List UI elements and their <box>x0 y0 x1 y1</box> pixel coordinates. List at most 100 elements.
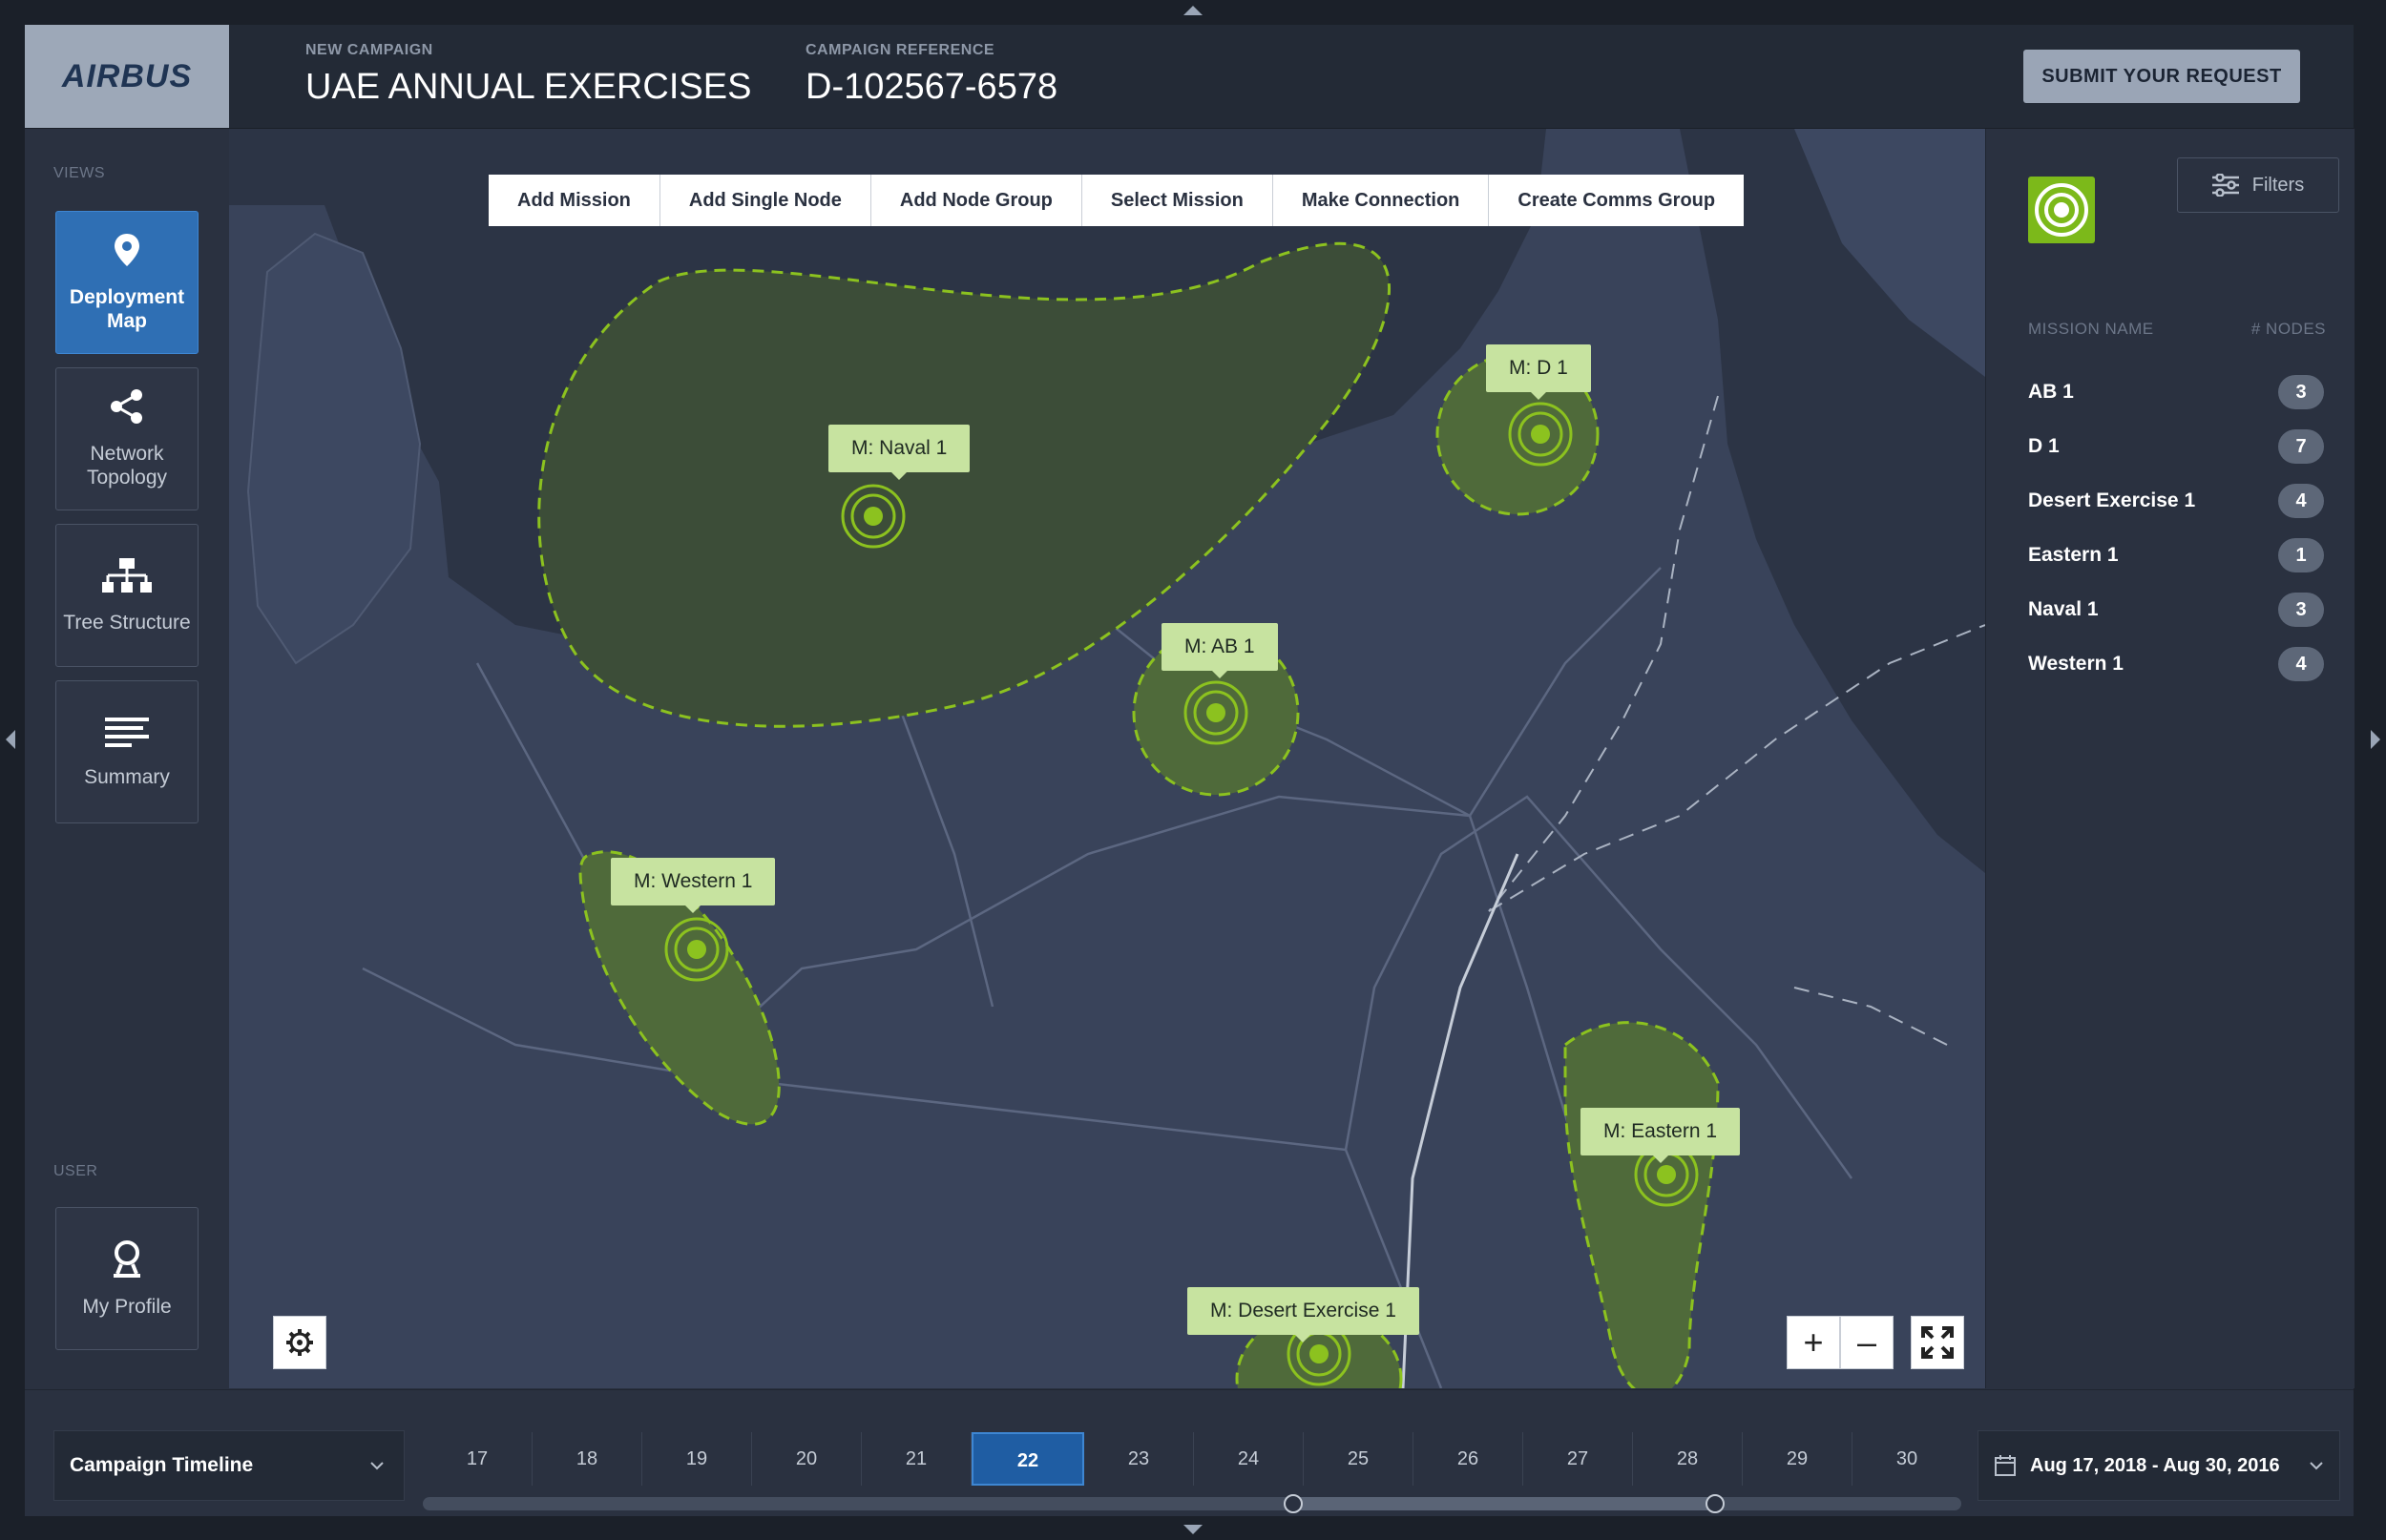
node-count-badge: 1 <box>2278 538 2324 572</box>
mission-row[interactable]: AB 1 3 <box>2028 373 2324 411</box>
views-label: VIEWS <box>53 165 106 181</box>
expand-icon <box>1921 1326 1954 1359</box>
node-count-badge: 3 <box>2278 375 2324 409</box>
marker-western-1 <box>664 917 729 982</box>
mission-name: Eastern 1 <box>2028 544 2119 566</box>
marker-naval-1 <box>841 484 906 549</box>
node-count-badge: 4 <box>2278 647 2324 681</box>
fullscreen-button[interactable] <box>1911 1316 1964 1369</box>
nav-label: Summary <box>84 765 170 788</box>
sidebar: VIEWS Deployment Map Network Topology Tr… <box>25 129 229 1388</box>
submit-request-button[interactable]: SUBMIT YOUR REQUEST <box>2023 50 2300 103</box>
node-count-badge: 3 <box>2278 593 2324 627</box>
chevron-down-icon <box>2310 1462 2323 1470</box>
make-connection-button[interactable]: Make Connection <box>1272 175 1490 226</box>
timeline-day[interactable]: 28 <box>1633 1432 1743 1486</box>
range-start-handle[interactable] <box>1284 1494 1303 1513</box>
main-border <box>1401 853 1519 1388</box>
timeline-day[interactable]: 20 <box>752 1432 862 1486</box>
calendar-icon <box>1995 1455 2016 1476</box>
nav-label: Network Topology <box>86 443 168 489</box>
timeline-label: Campaign Timeline <box>70 1454 254 1476</box>
timeline-day[interactable]: 30 <box>1852 1432 1961 1486</box>
map-settings-button[interactable] <box>273 1316 326 1369</box>
select-mission-button[interactable]: Select Mission <box>1081 175 1273 226</box>
mission-target-icon <box>2028 177 2095 243</box>
timeline-range-track[interactable] <box>423 1494 1961 1513</box>
mission-label-d-1[interactable]: M: D 1 <box>1486 344 1591 400</box>
collapse-right-icon[interactable] <box>2369 728 2382 751</box>
mission-name: Naval 1 <box>2028 598 2099 620</box>
add-single-node-button[interactable]: Add Single Node <box>659 175 871 226</box>
sliders-icon <box>2211 174 2239 197</box>
campaign-name: UAE ANNUAL EXERCISES <box>305 67 752 107</box>
share-icon <box>108 388 146 430</box>
nav-tree-structure[interactable]: Tree Structure <box>55 524 199 667</box>
add-mission-button[interactable]: Add Mission <box>489 175 660 226</box>
mission-name-header: MISSION NAME <box>2028 320 2154 338</box>
app-frame: AIRBUS NEW CAMPAIGN UAE ANNUAL EXERCISES… <box>25 25 2355 1516</box>
campaign-label: NEW CAMPAIGN <box>305 42 433 58</box>
mission-row[interactable]: D 1 7 <box>2028 427 2324 466</box>
expand-bottom-icon[interactable] <box>1182 1523 1204 1536</box>
range-end-handle[interactable] <box>1706 1494 1725 1513</box>
marker-ab-1 <box>1183 680 1248 745</box>
reference-label: CAMPAIGN REFERENCE <box>806 42 995 58</box>
deployment-map[interactable]: Add Mission Add Single Node Add Node Gro… <box>229 129 1985 1388</box>
marker-d-1 <box>1508 402 1573 467</box>
add-node-group-button[interactable]: Add Node Group <box>870 175 1082 226</box>
campaign-timeline-select[interactable]: Campaign Timeline <box>53 1430 405 1501</box>
mission-name: AB 1 <box>2028 381 2074 403</box>
timeline-day[interactable]: 19 <box>642 1432 752 1486</box>
timeline-day[interactable]: 21 <box>862 1432 972 1486</box>
logo-text: AIRBUS <box>61 57 193 94</box>
user-label: USER <box>53 1163 98 1179</box>
map-toolbar: Add Mission Add Single Node Add Node Gro… <box>489 175 1745 226</box>
date-range-select[interactable]: Aug 17, 2018 - Aug 30, 2016 <box>1978 1430 2340 1501</box>
nav-my-profile[interactable]: My Profile <box>55 1207 199 1350</box>
mission-row[interactable]: Western 1 4 <box>2028 645 2324 683</box>
map-canvas <box>229 129 1985 1388</box>
timeline-range-fill <box>1291 1497 1715 1510</box>
timeline-bar: Campaign Timeline 17 18 19 20 21 22 23 2… <box>25 1389 2354 1516</box>
nav-label: My Profile <box>82 1295 172 1318</box>
timeline-day[interactable]: 24 <box>1194 1432 1304 1486</box>
create-comms-group-button[interactable]: Create Comms Group <box>1489 175 1745 226</box>
chevron-down-icon <box>370 1462 384 1470</box>
lines-icon <box>105 716 149 754</box>
mission-label-naval-1[interactable]: M: Naval 1 <box>828 425 971 480</box>
node-count-badge: 7 <box>2278 429 2324 464</box>
mission-label-eastern-1[interactable]: M: Eastern 1 <box>1580 1108 1741 1163</box>
mission-row[interactable]: Desert Exercise 1 4 <box>2028 482 2324 520</box>
timeline-day[interactable]: 18 <box>533 1432 642 1486</box>
timeline-day[interactable]: 25 <box>1304 1432 1413 1486</box>
timeline-days: 17 18 19 20 21 22 23 24 25 26 27 28 29 3… <box>423 1432 1961 1486</box>
zoom-out-button[interactable]: – <box>1840 1316 1894 1369</box>
mission-panel: Filters MISSION NAME # NODES AB 13 D 17 … <box>1985 129 2355 1388</box>
filters-label: Filters <box>2251 174 2305 196</box>
mission-name: Desert Exercise 1 <box>2028 489 2196 511</box>
timeline-day[interactable]: 26 <box>1413 1432 1523 1486</box>
timeline-day[interactable]: 29 <box>1743 1432 1852 1486</box>
collapse-top-icon[interactable] <box>1182 4 1204 17</box>
timeline-day-selected[interactable]: 22 <box>972 1432 1084 1486</box>
nav-deployment-map[interactable]: Deployment Map <box>55 211 199 354</box>
timeline-day[interactable]: 23 <box>1084 1432 1194 1486</box>
top-bar: AIRBUS NEW CAMPAIGN UAE ANNUAL EXERCISES… <box>25 25 2354 129</box>
nav-network-topology[interactable]: Network Topology <box>55 367 199 510</box>
mission-label-western-1[interactable]: M: Western 1 <box>611 858 776 913</box>
map-pin-icon <box>112 232 142 274</box>
mission-row[interactable]: Naval 1 3 <box>2028 591 2324 629</box>
mission-label-desert-exercise-1[interactable]: M: Desert Exercise 1 <box>1187 1287 1419 1342</box>
timeline-day[interactable]: 27 <box>1523 1432 1633 1486</box>
collapse-left-icon[interactable] <box>4 728 17 751</box>
mission-label-ab-1[interactable]: M: AB 1 <box>1162 623 1278 678</box>
zoom-in-button[interactable]: + <box>1787 1316 1840 1369</box>
zone-eastern-1[interactable] <box>1563 1021 1720 1388</box>
nav-label: Deployment Map <box>69 286 185 332</box>
nav-summary[interactable]: Summary <box>55 680 199 823</box>
timeline-day[interactable]: 17 <box>423 1432 533 1486</box>
mission-name: D 1 <box>2028 435 2060 457</box>
mission-row[interactable]: Eastern 1 1 <box>2028 536 2324 574</box>
filters-button[interactable]: Filters <box>2177 157 2339 213</box>
